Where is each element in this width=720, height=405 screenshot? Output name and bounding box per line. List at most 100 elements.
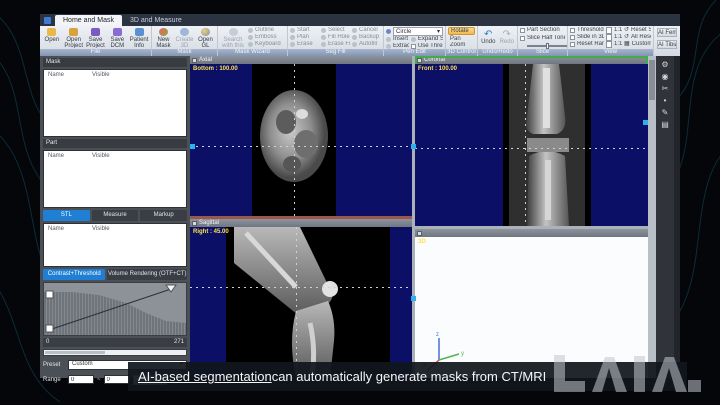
redo-arrow-icon: ↷ [503, 30, 511, 39]
cancel-button[interactable]: Cancel [352, 27, 381, 34]
sagittal-crosshair-vertical [296, 227, 297, 378]
histogram-canvas[interactable] [43, 282, 187, 336]
group-label-seg-fill: Seg Fill [288, 49, 383, 56]
threshold-checkbox[interactable]: Threshold [570, 27, 604, 34]
slice-handle-right[interactable] [643, 120, 648, 125]
tab-stl[interactable]: STL [43, 210, 90, 221]
slider-thumb[interactable] [546, 43, 549, 49]
patient-card-icon [135, 28, 144, 36]
range-to-input[interactable] [104, 375, 130, 384]
stl-col-visible: Visible [92, 226, 110, 232]
pen-icon[interactable]: ✎ [662, 108, 669, 117]
autofill-button[interactable]: Autofill [352, 41, 381, 48]
select-button[interactable]: Select [321, 27, 350, 34]
axial-position-label: Bottom : 100.00 [193, 66, 238, 72]
patient-info-button[interactable]: Patient Info [129, 27, 149, 48]
tab-volume-rendering[interactable]: Volume Rendering (OTF+CT) [107, 269, 187, 280]
ribbon-group-file: Open Open Project Save Project Save DCM … [40, 26, 152, 56]
viewport-coronal[interactable]: Coronal Front : 100.00 [415, 56, 648, 226]
horizontal-splitter-right[interactable] [415, 226, 648, 229]
coronal-image [503, 64, 591, 226]
new-mask-button[interactable]: New Mask [154, 27, 173, 48]
plan-button[interactable]: Plan [290, 34, 319, 41]
part-list[interactable]: NameVisible [43, 150, 187, 208]
redo-button[interactable]: ↷Redo [500, 30, 514, 45]
cut-icon[interactable]: ✂ [662, 84, 669, 93]
pen-tool-icon [386, 29, 391, 34]
histogram-bottom-handle[interactable] [46, 325, 53, 332]
right-scrollbar[interactable] [648, 56, 656, 378]
insert-button[interactable]: Insert [386, 36, 409, 43]
point-icon[interactable]: • [664, 96, 667, 105]
histogram-scrollbar[interactable] [43, 349, 187, 356]
half-tone-slider[interactable] [527, 45, 567, 47]
ai-femur-button[interactable]: AI Femur [657, 28, 677, 37]
tab-measure[interactable]: Measure [92, 210, 139, 221]
ai-tibia-button[interactable]: AI Tibia [657, 40, 677, 49]
open-gl-button[interactable]: Open GL [196, 27, 215, 48]
vertical-splitter[interactable] [412, 56, 415, 378]
target-icon[interactable]: ◉ [662, 72, 669, 81]
backup-button[interactable]: Backup [352, 34, 381, 41]
ratio-1-1-1-1-button[interactable]: 1:1:1:1 [606, 41, 622, 48]
expand-slice-button[interactable]: Expand Slice [411, 36, 443, 43]
slice-handle-center[interactable] [411, 144, 416, 149]
watermark-logo [548, 351, 708, 401]
slide-in-3d-checkbox[interactable]: Slide in 3D [570, 34, 604, 41]
report-icon[interactable]: ▤ [661, 120, 669, 129]
app-window: Home and Mask 3D and Measure Open Open P… [40, 14, 680, 378]
all-reset-button[interactable]: ↺All Reset [624, 34, 651, 41]
rotate-button[interactable]: Rotate [448, 27, 475, 35]
reset-splitter-pos-button[interactable]: ↺Reset Splitter Pos [624, 27, 651, 34]
undo-button[interactable]: ↶Undo [481, 30, 495, 45]
ratio-1-1-b-button[interactable]: 1:1 [606, 34, 622, 41]
start-button[interactable]: Start [290, 27, 319, 34]
histogram-left-handle[interactable] [46, 291, 53, 298]
viewport-axial[interactable]: Axial Bottom : 100.00 [190, 56, 412, 216]
histogram-top-handle[interactable] [166, 285, 176, 292]
slice-handle-lower[interactable] [411, 296, 416, 301]
save-dcm-button[interactable]: Save DCM [107, 27, 127, 48]
preset-label: Preset [43, 362, 65, 368]
mask-list[interactable]: NameVisible [43, 69, 187, 137]
stl-list[interactable]: NameVisible [43, 223, 187, 267]
outline-button[interactable]: Outline [248, 27, 285, 34]
expand-slice-icon [411, 37, 416, 42]
pan-button[interactable]: Pan [448, 35, 475, 41]
custom-toolbar-button[interactable]: ▦Custom Toolbar [624, 41, 651, 48]
scrollbar-thumb[interactable] [45, 351, 105, 354]
open-button[interactable]: Open [42, 27, 62, 48]
chevron-down-icon: ▾ [437, 28, 440, 35]
settings-icon[interactable]: ⚙ [661, 60, 668, 69]
keyboard-button[interactable]: Keyboard [248, 41, 285, 48]
viewport-sagittal[interactable]: Sagittal Right : 45.00 [190, 219, 412, 378]
tab-home-and-mask[interactable]: Home and Mask [55, 15, 122, 26]
group-label-view: View [568, 49, 653, 56]
horizontal-splitter-left[interactable] [190, 216, 412, 219]
save-project-button[interactable]: Save Project [86, 27, 106, 48]
ratio-1-1-button[interactable]: 1:1 [606, 27, 622, 34]
open-project-button[interactable]: Open Project [64, 27, 84, 48]
shape-dropdown[interactable]: Circle▾ [393, 27, 443, 36]
tab-contrast-threshold[interactable]: Contrast+Threshold [43, 269, 105, 280]
tab-markup[interactable]: Markup [140, 210, 187, 221]
erase-fill-button[interactable]: Erase Fill [321, 41, 350, 48]
slice-half-tone-checkbox[interactable]: Slice Half Tone [520, 35, 565, 42]
search-with-this-button[interactable]: Search with this [220, 27, 246, 48]
page-icon [606, 41, 612, 48]
reset-range-checkbox[interactable]: Reset Range [570, 41, 604, 48]
ribbon-group-undo: ↶Undo ↷Redo Undo/Redo [478, 26, 518, 56]
slice-handle-left[interactable] [190, 144, 195, 149]
right-scrollbar-thumb[interactable] [649, 60, 655, 100]
globe-icon [201, 28, 210, 36]
tab-3d-and-measure[interactable]: 3D and Measure [122, 15, 190, 26]
erase-button[interactable]: Erase [290, 41, 319, 48]
part-section-checkbox[interactable]: Part Section [520, 27, 565, 34]
zoom-button[interactable]: Zoom [448, 42, 475, 48]
emboss-button[interactable]: Emboss [248, 34, 285, 41]
create-3d-button[interactable]: Create 3D [175, 27, 194, 48]
fill-hole-button[interactable]: Fill Hole [321, 34, 350, 41]
outline-icon [248, 28, 253, 33]
ribbon-group-seg-fill: Start Plan Erase Select Fill Hole Erase … [288, 26, 384, 56]
range-from-input[interactable] [68, 375, 94, 384]
